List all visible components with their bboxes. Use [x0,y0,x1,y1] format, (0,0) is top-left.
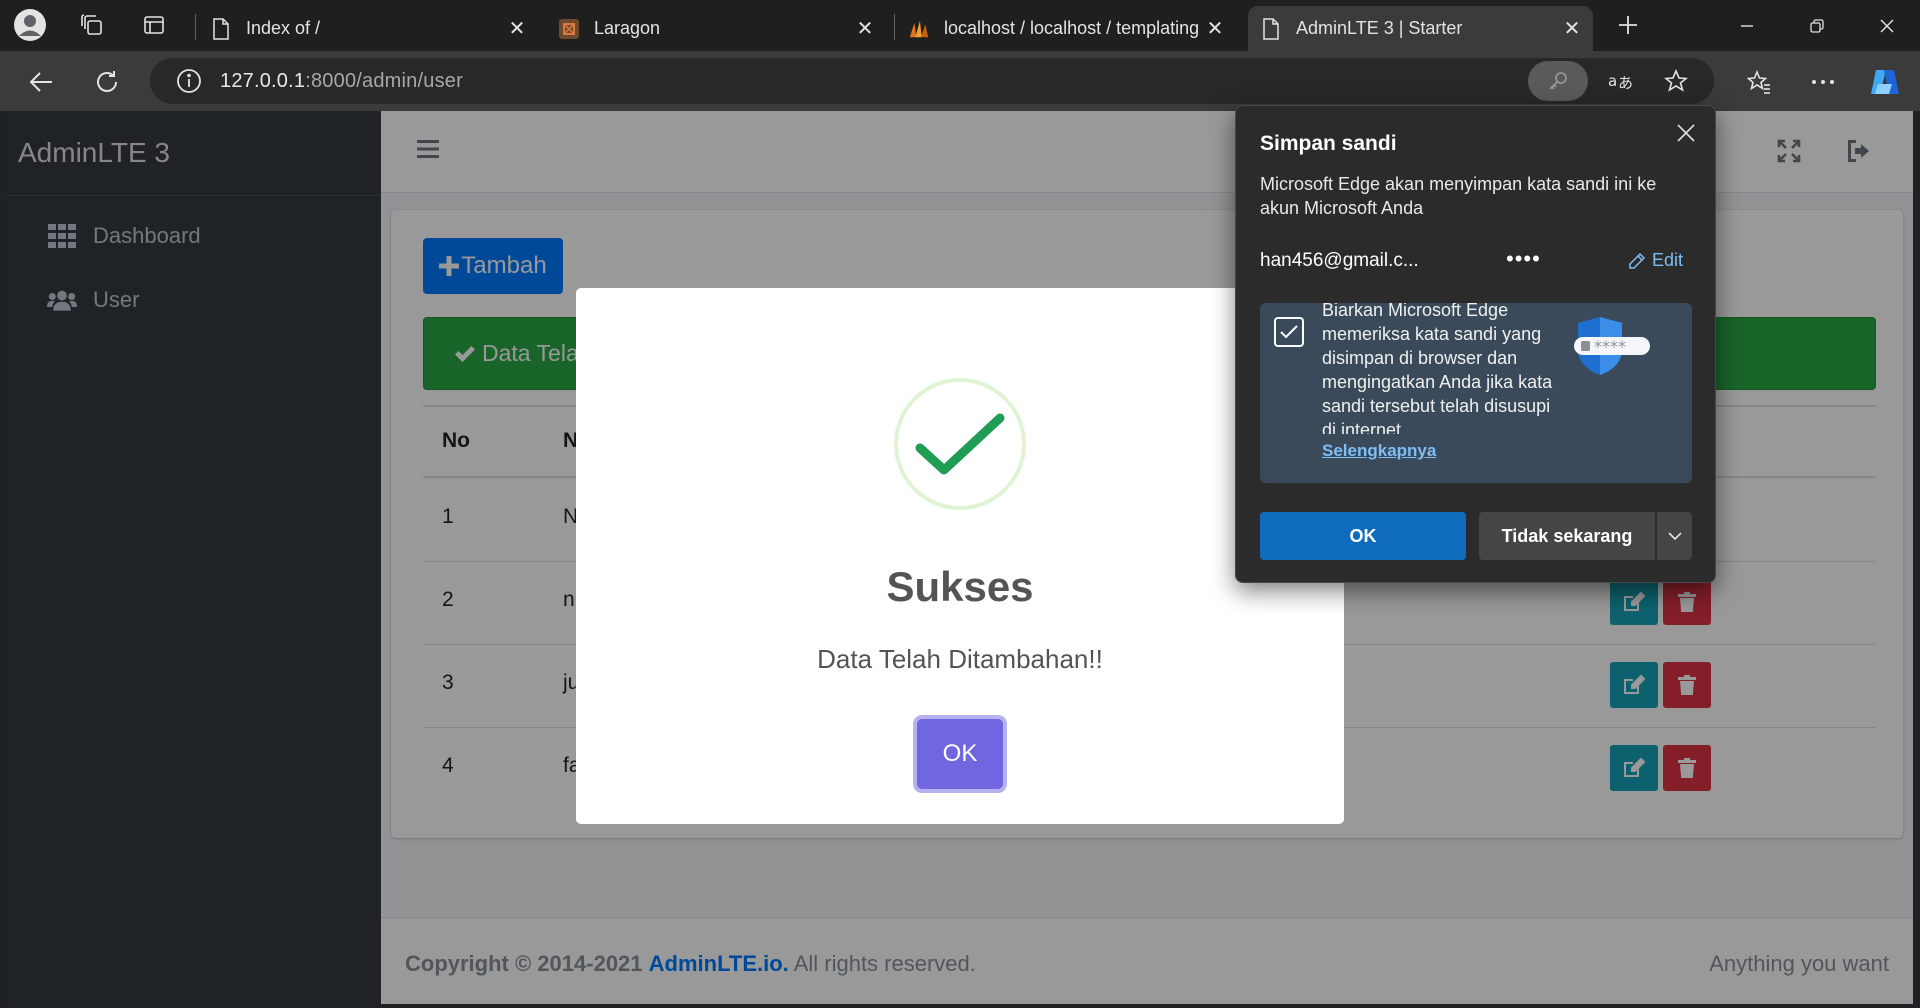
modal-ok-button[interactable]: OK [917,719,1003,789]
page-icon [210,17,232,40]
profile-avatar-icon[interactable] [12,8,48,42]
favorite-star-icon[interactable] [1656,61,1696,101]
tab-phpmyadmin[interactable]: localhost / localhost / templating ✕ [896,6,1236,51]
close-window-icon[interactable] [1852,0,1920,51]
close-popup-icon[interactable] [1671,118,1701,148]
learn-more-link[interactable]: Selengkapnya [1322,441,1436,461]
dropdown-chevron-icon[interactable] [1657,512,1692,560]
tab-title: Index of / [246,18,321,38]
edit-link[interactable]: Edit [1628,250,1683,271]
not-now-button[interactable]: Tidak sekarang [1479,512,1655,560]
password-monitor-panel: Biarkan Microsoft Edge memeriksa kata sa… [1260,303,1692,483]
laragon-icon [558,18,580,40]
pencil-icon [1629,252,1646,269]
close-tab-icon[interactable]: ✕ [504,16,530,42]
svg-text:a: a [1608,72,1617,90]
svg-text:あ: あ [1618,74,1633,92]
close-tab-icon[interactable]: ✕ [1202,16,1228,42]
popup-ok-button[interactable]: OK [1260,512,1466,560]
tab-title: Laragon [594,18,661,38]
save-password-popup: Simpan sandi Microsoft Edge akan menyimp… [1235,105,1716,583]
phpmyadmin-icon [908,18,930,40]
tab-title: localhost / localhost / templating [944,18,1200,38]
tab-laragon[interactable]: Laragon ✕ [546,6,886,51]
tab-adminlte-active[interactable]: AdminLTE 3 | Starter ✕ [1248,6,1593,51]
address-bar[interactable]: 127.0.0.1:8000/admin/user aあ [150,58,1714,104]
copilot-icon[interactable] [1866,63,1904,101]
password-shield-icon: **** [1574,317,1650,375]
favorites-icon[interactable] [1740,63,1778,101]
browser-tab-bar: Index of / ✕ Laragon ✕ localhost / local… [0,0,1920,51]
close-tab-icon[interactable]: ✕ [1559,16,1585,42]
browser-toolbar: 127.0.0.1:8000/admin/user aあ [0,51,1920,111]
tab-actions-icon[interactable] [136,8,172,42]
modal-title: Sukses [886,563,1034,610]
more-options-icon[interactable] [1804,63,1842,101]
modal-message: Data Telah Ditambahan!! [817,644,1103,674]
site-info-icon[interactable] [176,68,202,94]
password-key-icon[interactable] [1528,61,1588,101]
workspaces-icon[interactable] [74,8,110,42]
saved-email: han456@gmail.c... [1260,250,1419,271]
popup-title: Simpan sandi [1260,132,1397,155]
monitor-checkbox[interactable] [1274,317,1304,347]
close-tab-icon[interactable]: ✕ [852,16,878,42]
svg-text:****: **** [1594,337,1626,356]
back-icon[interactable] [22,63,60,101]
monitor-description: Biarkan Microsoft Edge memeriksa kata sa… [1322,303,1553,434]
tab-separator [195,14,196,40]
popup-description: Microsoft Edge akan menyimpan kata sandi… [1260,174,1657,218]
translate-icon[interactable]: aあ [1600,61,1640,101]
password-mask: •••• [1506,246,1541,271]
restore-icon[interactable] [1782,0,1852,51]
tab-separator [894,14,895,40]
tab-index[interactable]: Index of / ✕ [198,6,538,51]
success-check-icon [915,413,1005,475]
success-modal: Sukses Data Telah Ditambahan!! OK [576,288,1344,824]
page-icon [1260,17,1282,40]
minimize-icon[interactable] [1712,0,1782,51]
new-tab-icon[interactable] [1610,8,1646,42]
tab-title: AdminLTE 3 | Starter [1296,18,1463,38]
url-text[interactable]: 127.0.0.1:8000/admin/user [220,70,463,93]
reload-icon[interactable] [88,63,126,101]
